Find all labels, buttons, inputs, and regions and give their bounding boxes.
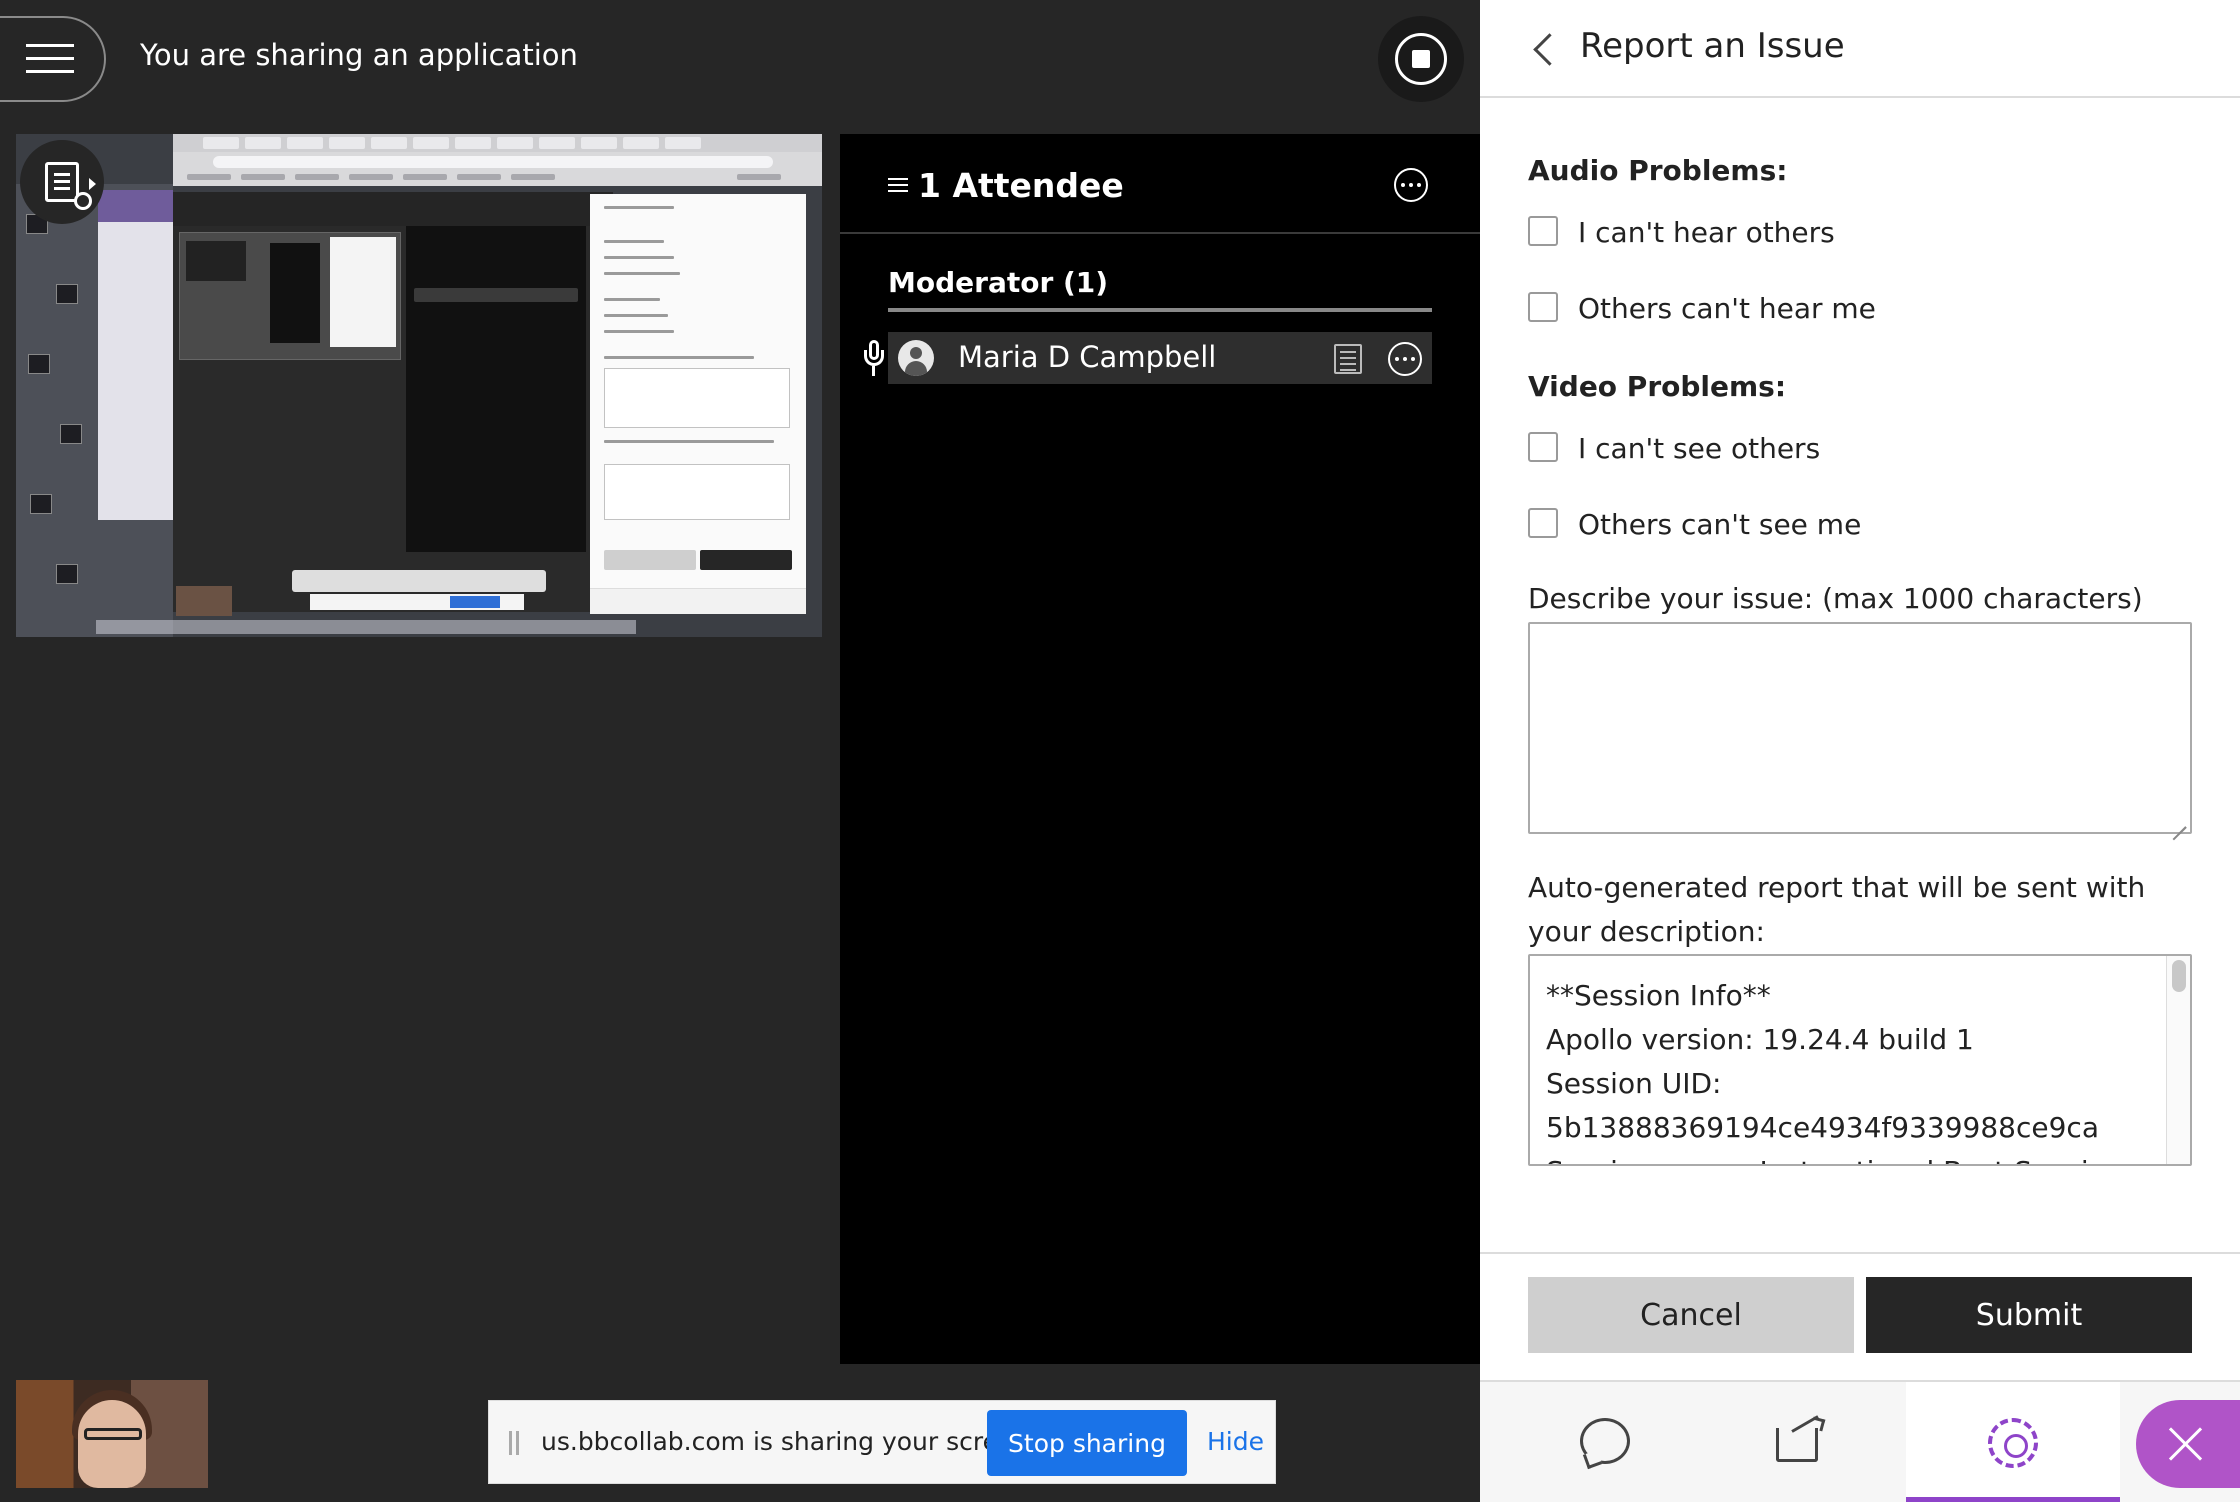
auto-report-text: **Session Info** Apollo version: 19.24.4 … — [1546, 979, 2124, 1164]
stop-icon — [1395, 33, 1447, 85]
hide-banner-link[interactable]: Hide — [1207, 1427, 1264, 1456]
stop-sharing-button[interactable] — [1378, 16, 1464, 102]
label-others-cant-see-me[interactable]: Others can't see me — [1578, 508, 1861, 541]
checkbox-others-cant-hear-me[interactable] — [1528, 292, 1558, 322]
hamburger-icon — [26, 44, 74, 74]
moderator-divider — [888, 308, 1432, 312]
gear-icon — [1988, 1418, 2038, 1468]
tab-settings[interactable] — [1906, 1382, 2120, 1502]
describe-issue-label: Describe your issue: (max 1000 character… — [1528, 582, 2143, 615]
attendee-panel: 1 Attendee Moderator (1) Maria D Campbel… — [840, 134, 1480, 1364]
auto-report-scrollbar[interactable] — [2166, 956, 2190, 1164]
preview-dock — [96, 620, 636, 634]
label-cant-hear-others[interactable]: I can't hear others — [1578, 216, 1835, 249]
attendee-header: 1 Attendee — [840, 134, 1480, 234]
active-tab-indicator — [1906, 1497, 2120, 1502]
microphone-icon[interactable] — [862, 340, 886, 378]
share-content-icon[interactable] — [1776, 1415, 1826, 1464]
scrollbar-thumb[interactable] — [2172, 960, 2186, 992]
sharing-status-text: You are sharing an application — [140, 38, 578, 72]
sharing-banner-text: us.bbcollab.com is sharing your screen. — [541, 1427, 1038, 1456]
self-camera-thumbnail[interactable] — [16, 1380, 208, 1488]
avatar — [898, 340, 934, 376]
preview-share-banner — [310, 594, 524, 610]
main-menu-button[interactable] — [0, 16, 106, 102]
document-search-button[interactable] — [20, 140, 104, 224]
magnifier-icon — [74, 192, 92, 210]
label-cant-see-others[interactable]: I can't see others — [1578, 432, 1820, 465]
close-icon — [2166, 1424, 2206, 1464]
chevron-right-icon — [89, 178, 96, 190]
audio-problems-heading: Audio Problems: — [1528, 154, 1788, 187]
attendee-count-title: 1 Attendee — [918, 166, 1124, 205]
submit-button[interactable]: Submit — [1866, 1277, 2192, 1353]
label-others-cant-hear-me[interactable]: Others can't hear me — [1578, 292, 1876, 325]
drag-handle-icon[interactable] — [888, 178, 908, 192]
captions-list-icon[interactable] — [1334, 344, 1362, 374]
back-chevron-icon[interactable] — [1530, 32, 1560, 68]
describe-issue-textarea[interactable] — [1528, 622, 2192, 834]
checkbox-cant-see-others[interactable] — [1528, 432, 1558, 462]
close-panel-button[interactable] — [2136, 1400, 2240, 1488]
attendee-options-more-icon[interactable] — [1394, 168, 1428, 202]
resize-handle-icon[interactable] — [2172, 814, 2186, 828]
bottom-tab-bar — [1480, 1380, 2240, 1502]
chat-icon[interactable] — [1580, 1418, 1630, 1464]
preview-collab-app — [173, 192, 806, 614]
report-issue-panel: Report an Issue Audio Problems: I can't … — [1480, 0, 2240, 1502]
auto-report-label: Auto-generated report that will be sent … — [1528, 871, 2146, 948]
auto-report-textarea[interactable]: **Session Info** Apollo version: 19.24.4 … — [1528, 954, 2192, 1166]
preview-capture-toolbar — [292, 570, 546, 592]
preview-browser-chrome — [173, 134, 822, 186]
shared-screen-preview — [16, 134, 822, 637]
screen-sharing-banner: us.bbcollab.com is sharing your screen. … — [488, 1400, 1276, 1484]
report-header: Report an Issue — [1480, 0, 2240, 98]
attendee-name: Maria D Campbell — [958, 340, 1217, 374]
stop-sharing-banner-button[interactable]: Stop sharing — [987, 1410, 1187, 1476]
attendee-row-more-icon[interactable] — [1388, 342, 1422, 376]
report-title: Report an Issue — [1580, 26, 1845, 66]
drag-grip-icon[interactable] — [509, 1431, 521, 1455]
preview-report-panel — [590, 194, 806, 614]
video-problems-heading: Video Problems: — [1528, 370, 1787, 403]
checkbox-others-cant-see-me[interactable] — [1528, 508, 1558, 538]
preview-camera-thumb — [176, 586, 232, 616]
cancel-button[interactable]: Cancel — [1528, 1277, 1854, 1353]
checkbox-cant-hear-others[interactable] — [1528, 216, 1558, 246]
document-icon — [45, 162, 79, 202]
moderator-heading: Moderator (1) — [888, 266, 1109, 299]
preview-side-window — [98, 190, 173, 520]
